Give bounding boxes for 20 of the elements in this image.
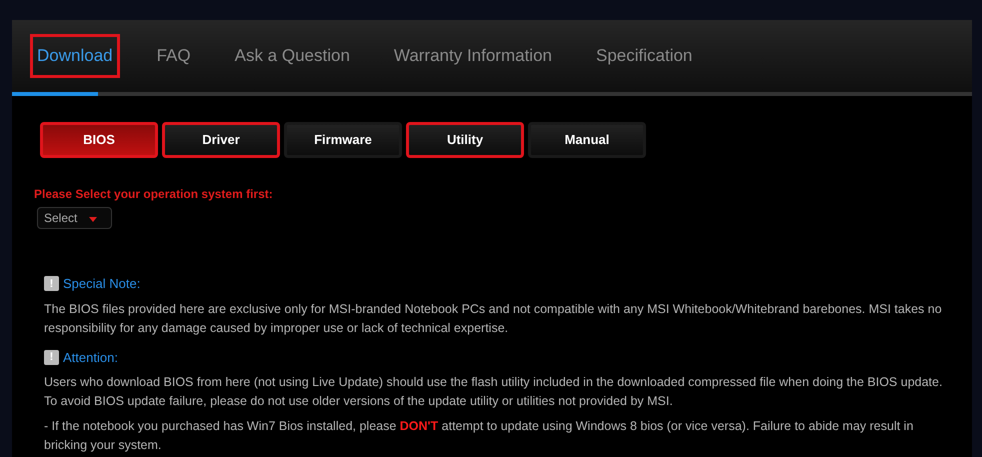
warning-icon: ! bbox=[44, 350, 59, 365]
note-paragraph: The BIOS files provided here are exclusive only for MSI-branded Notebook PCs and not compatible with any MSI Whitebook/Whitebrand barebones. MSI takes no responsibility for any damage caused by improper use or lack of technical expertise. bbox=[44, 300, 943, 337]
tab[interactable]: Ask a Question bbox=[228, 34, 357, 78]
tab[interactable]: Specification bbox=[589, 34, 700, 78]
note-title: Special Note: bbox=[63, 275, 140, 293]
category-button[interactable]: Manual bbox=[528, 122, 646, 158]
tab[interactable]: Warranty Information bbox=[386, 34, 559, 78]
note-title: Attention: bbox=[63, 348, 118, 366]
tab[interactable]: Download bbox=[30, 34, 120, 78]
caret-icon bbox=[89, 217, 98, 222]
category-button[interactable]: Firmware bbox=[284, 122, 402, 158]
os-prompt: Please Select your operation system first: bbox=[34, 186, 274, 203]
tab[interactable]: FAQ bbox=[150, 34, 198, 78]
category-button[interactable]: Driver bbox=[162, 122, 280, 158]
warning-icon: ! bbox=[44, 276, 59, 292]
note-paragraph: Users who download BIOS from here (not using Live Update) should use the flash utility included in the downloaded compressed file when doing the BIOS update. To avoid BIOS update failure, please do not use older versions of the update utility or utilities not provided by MSI. bbox=[44, 374, 944, 410]
category-button[interactable]: BIOS bbox=[40, 122, 158, 158]
note-paragraph: - If the notebook you purchased has Win7 Bios installed, please DON'T attempt to update using Windows 8 bios (or vice versa). Failure to abide may result in bricking your system. bbox=[44, 418, 914, 454]
os-select[interactable]: Select bbox=[37, 207, 112, 229]
category-button[interactable]: Utility bbox=[406, 122, 524, 158]
